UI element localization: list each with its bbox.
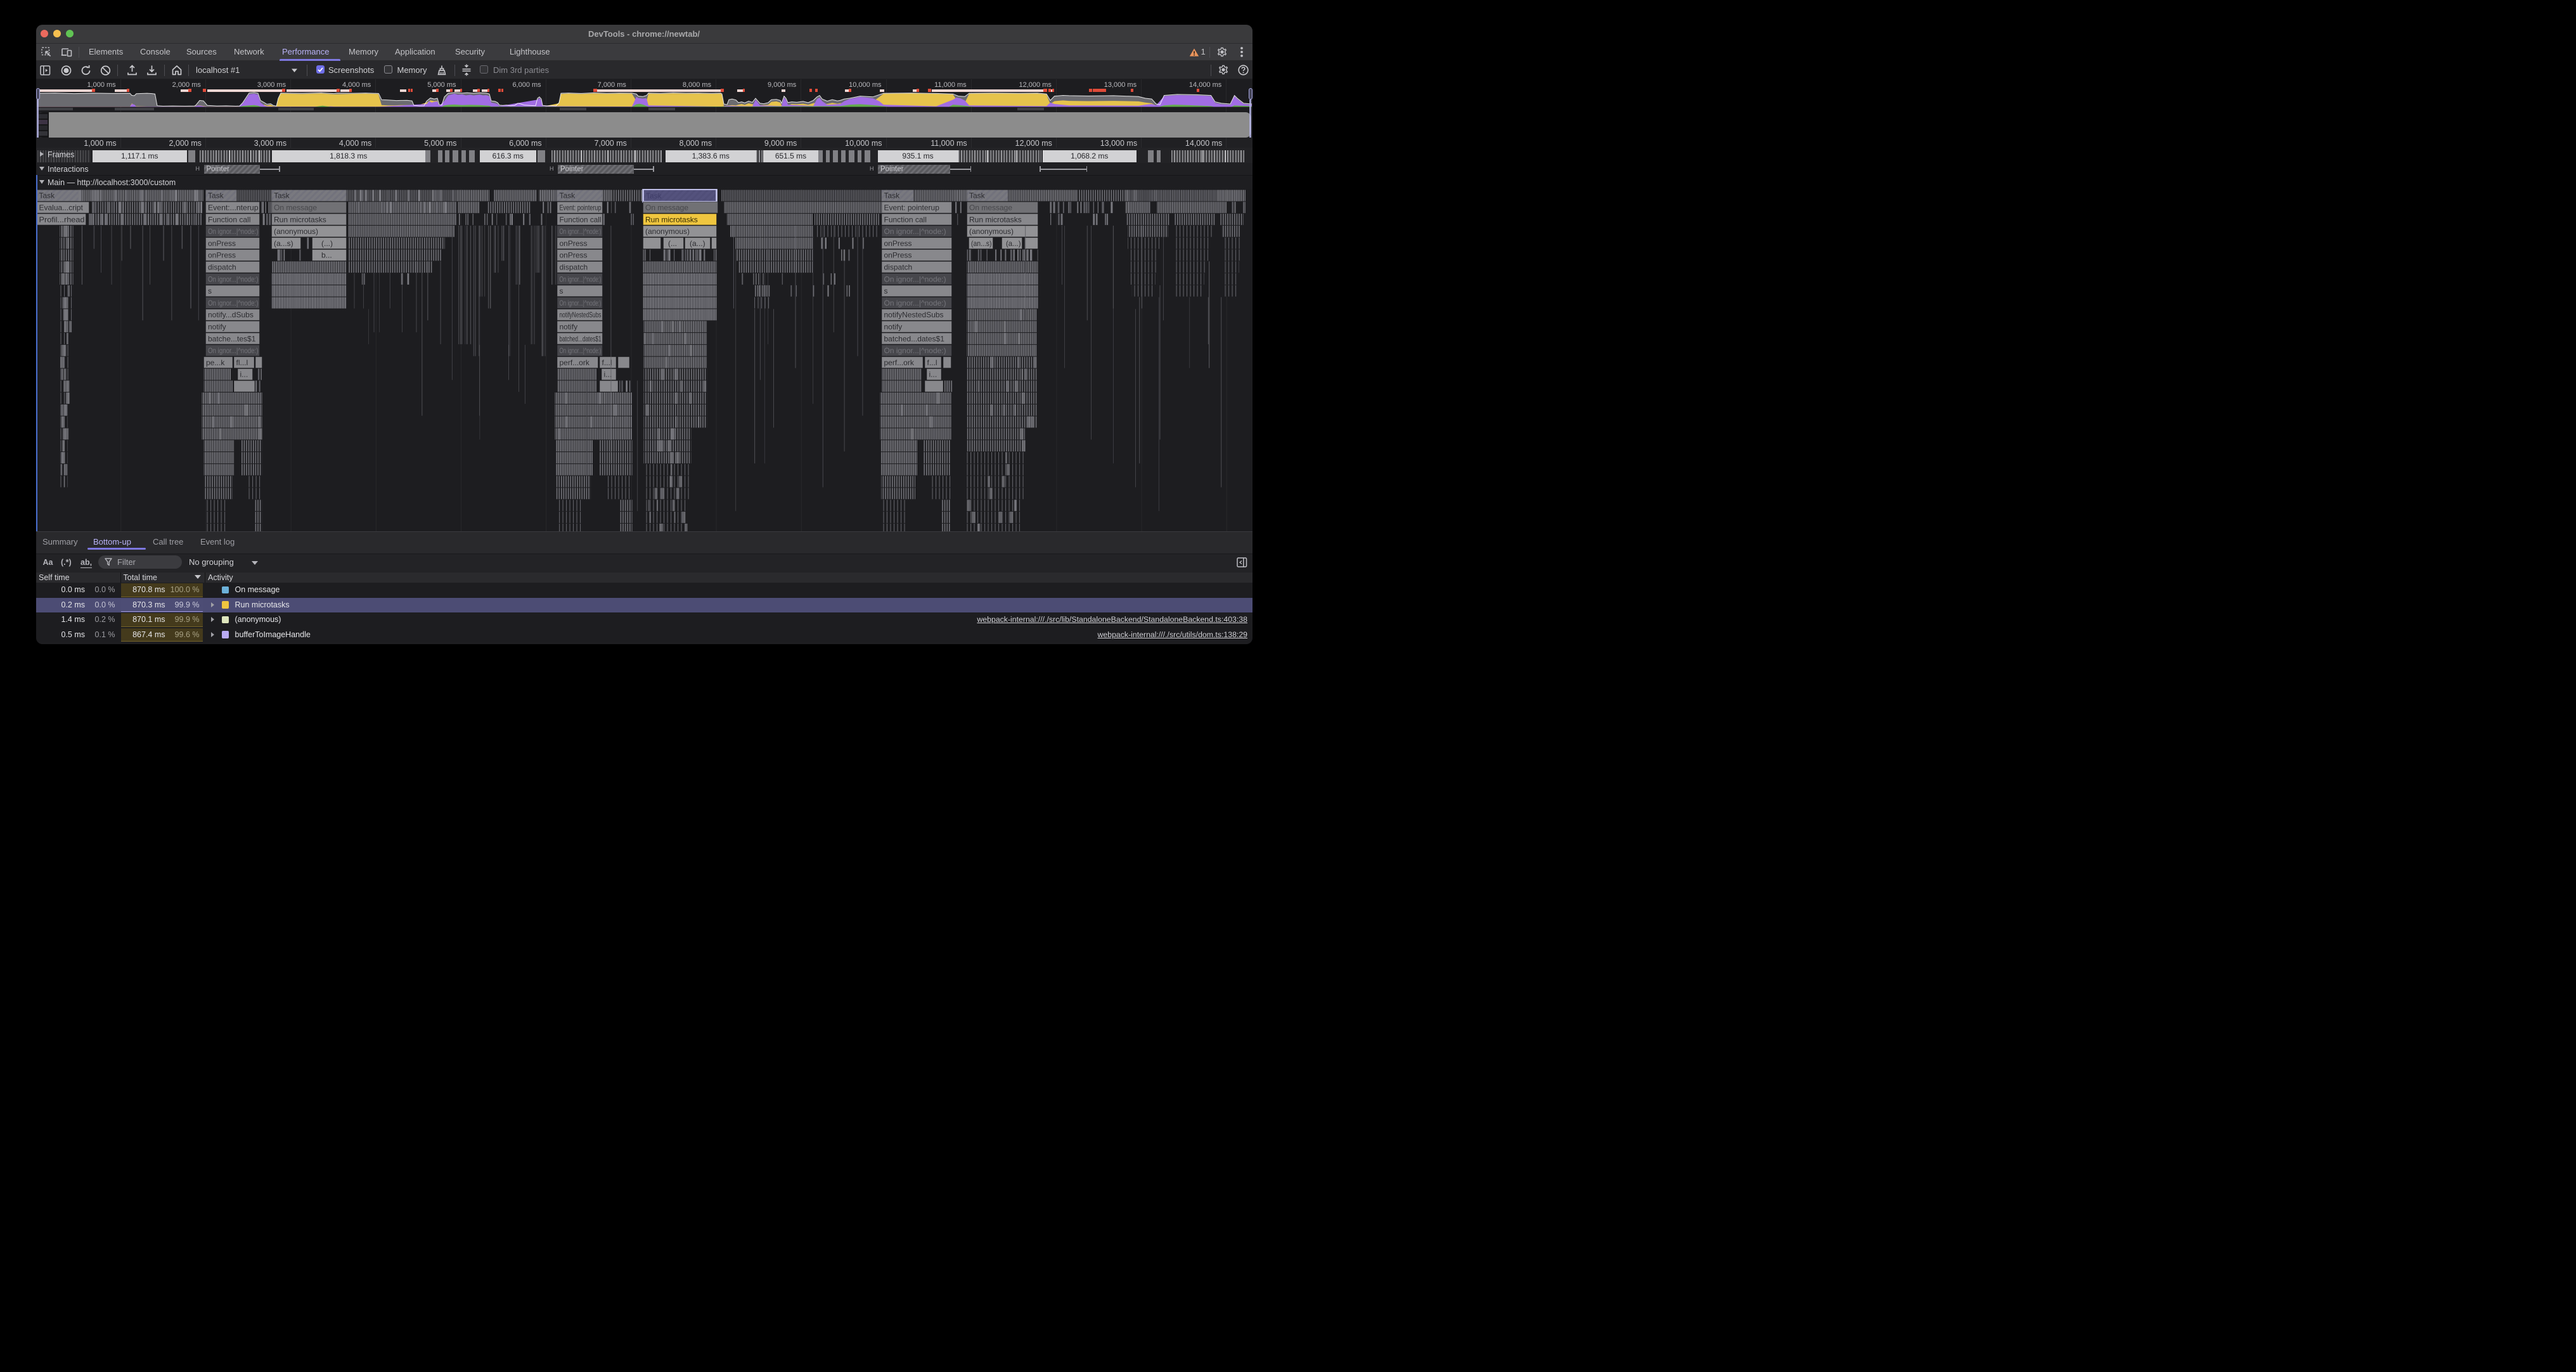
svg-text:On ignor...|^node:): On ignor...|^node:) (559, 227, 601, 236)
svg-text:Task: Task (969, 191, 986, 200)
svg-text:onPress: onPress (884, 238, 911, 247)
svg-text:On message: On message (969, 203, 1012, 212)
svg-text:onPress: onPress (208, 238, 236, 247)
svg-text:On ignor...|^node:): On ignor...|^node:) (884, 346, 946, 355)
svg-text:Function call: Function call (559, 215, 601, 224)
svg-text:Event:...nterup: Event:...nterup (208, 203, 259, 212)
svg-text:onPress: onPress (559, 250, 587, 259)
svg-text:On ignor...|^node:): On ignor...|^node:) (884, 275, 946, 283)
svg-text:Task: Task (39, 191, 55, 200)
svg-text:(an...s): (an...s) (971, 238, 992, 247)
svg-text:Event: pointerup: Event: pointerup (559, 203, 601, 212)
svg-text:Run microtasks: Run microtasks (274, 215, 326, 224)
svg-text:notify...dSubs: notify...dSubs (208, 310, 254, 319)
svg-text:(anonymous): (anonymous) (274, 227, 318, 236)
svg-text:Function call: Function call (208, 215, 250, 224)
svg-text:On ignor...|^node:): On ignor...|^node:) (208, 275, 259, 283)
svg-text:Task: Task (884, 191, 900, 200)
svg-text:Evalua...cript: Evalua...cript (39, 203, 83, 212)
svg-text:i...: i... (603, 370, 612, 379)
svg-text:Run microtasks: Run microtasks (645, 215, 698, 224)
svg-text:dispatch: dispatch (559, 262, 588, 271)
svg-text:On message: On message (645, 203, 688, 212)
svg-text:s: s (559, 287, 563, 295)
svg-text:Task: Task (208, 191, 224, 200)
svg-text:(anonymous): (anonymous) (969, 227, 1014, 236)
svg-text:s: s (208, 287, 212, 295)
svg-text:s: s (884, 287, 887, 295)
svg-text:batched...dates$1: batched...dates$1 (884, 334, 944, 343)
svg-text:On ignor...|^node:): On ignor...|^node:) (208, 227, 259, 236)
svg-text:notify: notify (559, 322, 577, 331)
svg-text:perf...ork: perf...ork (884, 358, 914, 366)
svg-text:b...: b... (321, 250, 332, 259)
svg-text:notifyNestedSubs: notifyNestedSubs (559, 310, 601, 319)
svg-text:On ignor...|^node:): On ignor...|^node:) (208, 346, 259, 355)
svg-text:dispatch: dispatch (884, 262, 912, 271)
svg-text:(a...): (a...) (690, 238, 705, 247)
svg-text:fl...l: fl...l (236, 358, 248, 366)
svg-text:batche...tes$1: batche...tes$1 (208, 334, 256, 343)
svg-text:On message: On message (274, 203, 317, 212)
svg-text:On ignor...|^node:): On ignor...|^node:) (559, 275, 601, 283)
svg-text:On ignor...|^node:): On ignor...|^node:) (559, 346, 601, 355)
svg-text:On ignor...|^node:): On ignor...|^node:) (884, 227, 946, 236)
svg-text:i...: i... (929, 370, 937, 379)
svg-text:dispatch: dispatch (208, 262, 236, 271)
svg-text:Task: Task (559, 191, 576, 200)
svg-text:notifyNestedSubs: notifyNestedSubs (884, 310, 943, 319)
svg-text:Task: Task (646, 191, 662, 200)
svg-text:(...: (... (668, 238, 677, 247)
svg-text:On ignor...|^node:): On ignor...|^node:) (559, 298, 601, 307)
svg-text:f...l: f...l (927, 358, 937, 366)
svg-text:(a...s): (a...s) (274, 238, 293, 247)
svg-text:i...: i... (240, 370, 248, 379)
svg-text:Event: pointerup: Event: pointerup (884, 203, 939, 212)
svg-text:notify: notify (884, 322, 902, 331)
svg-text:f...l: f...l (602, 358, 612, 366)
svg-text:onPress: onPress (884, 250, 911, 259)
svg-text:Profil...rhead: Profil...rhead (39, 215, 84, 224)
svg-text:Function call: Function call (884, 215, 926, 224)
svg-text:onPress: onPress (208, 250, 236, 259)
svg-text:pe...k: pe...k (206, 358, 225, 366)
svg-text:batched...dates$1: batched...dates$1 (559, 334, 601, 343)
svg-text:notify: notify (208, 322, 226, 331)
svg-text:On ignor...|^node:): On ignor...|^node:) (884, 298, 946, 307)
svg-text:(a...): (a...) (1006, 238, 1021, 247)
svg-text:On ignor...|^node:): On ignor...|^node:) (208, 298, 259, 307)
svg-text:onPress: onPress (559, 238, 587, 247)
svg-text:perf...ork: perf...ork (559, 358, 589, 366)
svg-text:(...): (...) (321, 238, 333, 247)
svg-text:(anonymous): (anonymous) (645, 227, 690, 236)
svg-text:Run microtasks: Run microtasks (969, 215, 1022, 224)
svg-text:Task: Task (274, 191, 290, 200)
